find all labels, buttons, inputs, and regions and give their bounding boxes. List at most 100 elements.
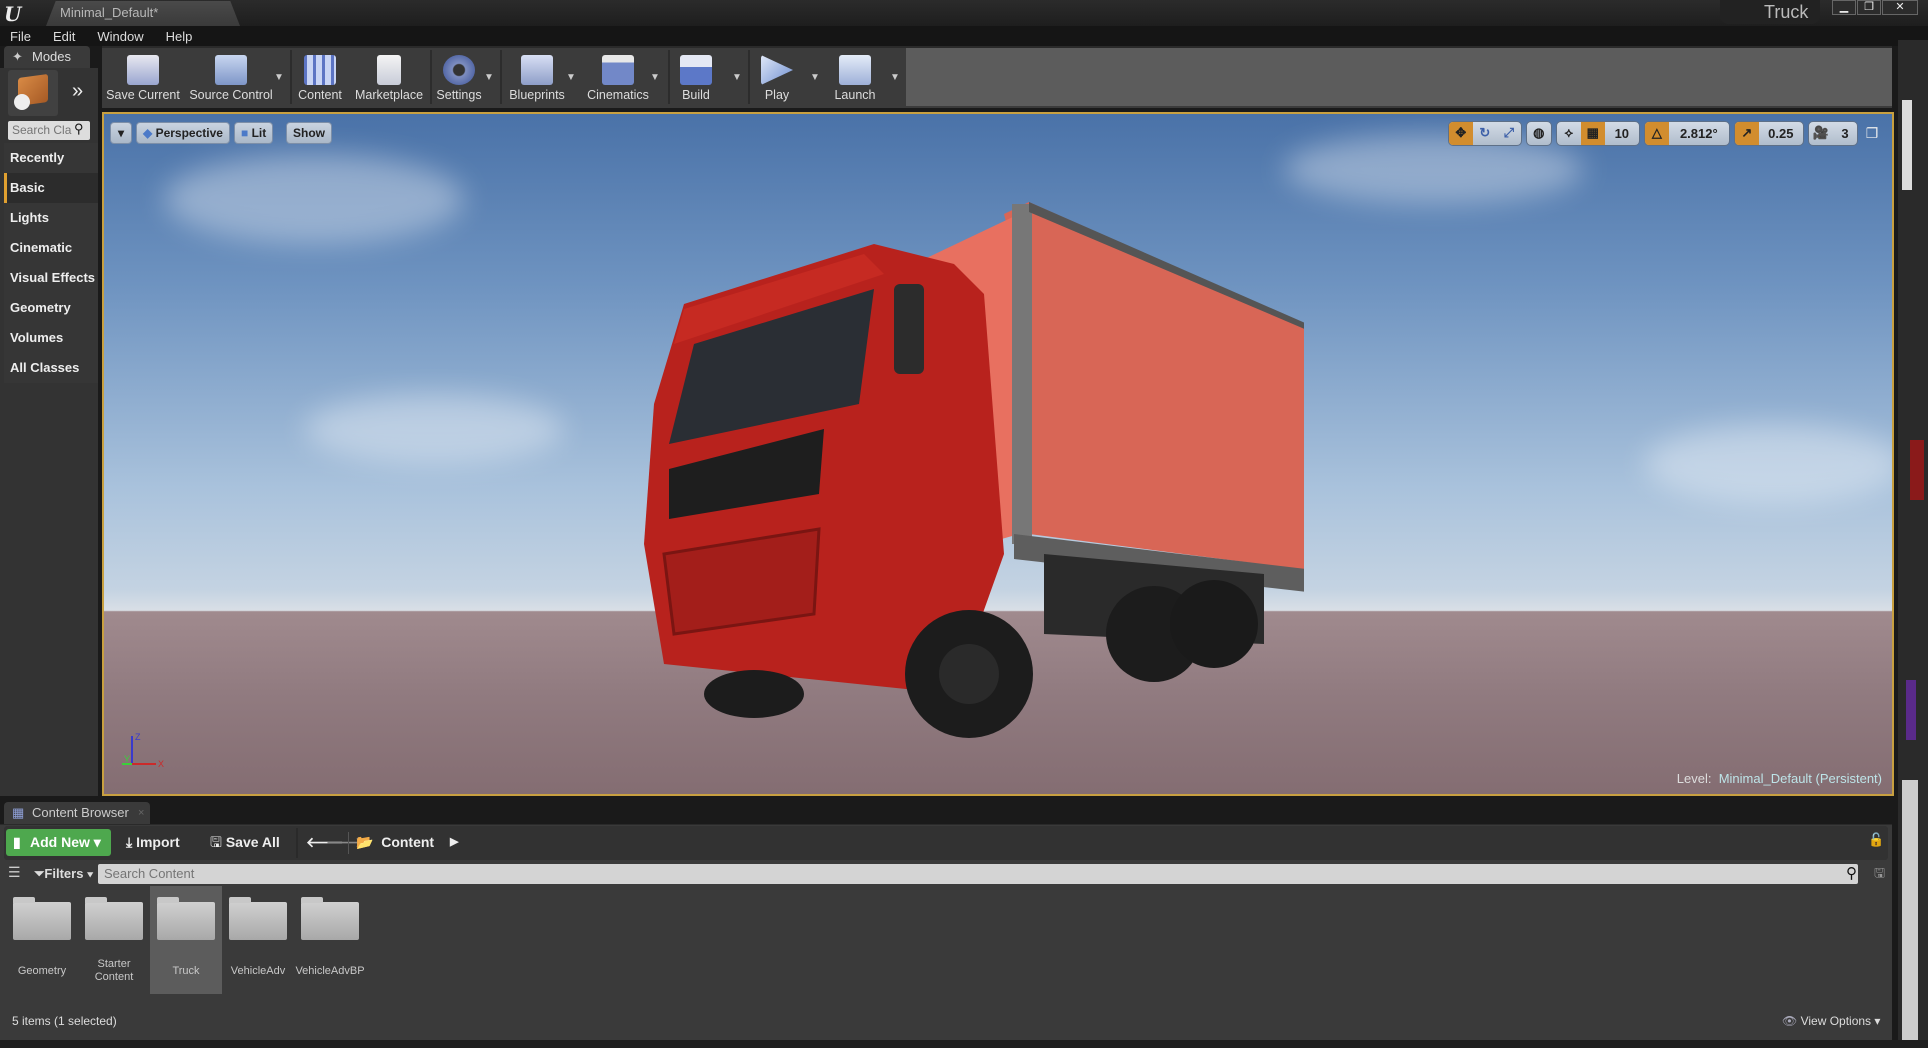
category-recently-placed[interactable]: Recently Place bbox=[4, 143, 98, 195]
scrollbar-thumb[interactable] bbox=[1902, 100, 1912, 190]
settings-icon bbox=[443, 55, 475, 85]
rotation-snap-value[interactable]: 2.812° bbox=[1669, 122, 1729, 145]
category-lights[interactable]: Lights bbox=[4, 203, 98, 233]
category-all-classes[interactable]: All Classes bbox=[4, 353, 98, 383]
path-content[interactable]: 📂 Content bbox=[356, 829, 434, 856]
import-label: Import bbox=[136, 834, 180, 850]
category-geometry[interactable]: Geometry bbox=[4, 293, 98, 323]
perspective-button[interactable]: ◆ Perspective bbox=[136, 122, 230, 144]
category-volumes[interactable]: Volumes bbox=[4, 323, 98, 353]
settings-dropdown[interactable]: ▼ bbox=[484, 72, 494, 83]
x-axis-label: X bbox=[158, 759, 164, 769]
category-basic[interactable]: Basic bbox=[4, 173, 98, 203]
document-tab[interactable]: Minimal_Default* bbox=[46, 1, 240, 26]
menu-window[interactable]: Window bbox=[97, 29, 143, 44]
button-label: Marketplace bbox=[354, 88, 424, 102]
modes-tab[interactable]: ✦ Modes bbox=[4, 46, 90, 68]
scale-snap-value[interactable]: 0.25 bbox=[1759, 122, 1803, 145]
folder-starter-content[interactable]: Starter Content bbox=[78, 886, 150, 994]
toolbar-separator bbox=[668, 50, 670, 104]
modes-tab-label: Modes bbox=[32, 49, 72, 64]
build-icon bbox=[680, 55, 712, 85]
source-control-button[interactable]: Source Control bbox=[186, 50, 276, 106]
button-label: Build bbox=[682, 88, 710, 102]
rotate-icon[interactable]: ↻ bbox=[1473, 122, 1497, 145]
restore-button[interactable]: ❐ bbox=[1857, 0, 1881, 15]
marketplace-icon bbox=[377, 55, 401, 85]
play-dropdown[interactable]: ▼ bbox=[810, 72, 820, 83]
lighting-label: Lit bbox=[251, 126, 267, 140]
grid-snap-group: ⟡ ▦ 10 bbox=[1555, 120, 1640, 146]
cinematics-button[interactable]: Cinematics bbox=[584, 50, 652, 106]
category-cinematic[interactable]: Cinematic bbox=[4, 233, 98, 263]
save-all-icon: 🖫 bbox=[210, 834, 222, 850]
button-label: Cinematics bbox=[587, 88, 649, 102]
level-viewport[interactable]: ▾ ◆ Perspective ■ Lit Show ✥ ↻ ⤢ ◍ ⟡ ▦ 1… bbox=[102, 112, 1894, 796]
folder-vehicleadv[interactable]: VehicleAdv bbox=[222, 886, 294, 994]
path-chevron-icon[interactable]: ▶ bbox=[450, 829, 458, 856]
filters-button[interactable]: ⏷Filters ▾ bbox=[34, 866, 93, 882]
minimize-button[interactable]: ▁ bbox=[1832, 0, 1856, 15]
lock-icon[interactable]: 🔓 bbox=[1868, 832, 1884, 848]
marketplace-button[interactable]: Marketplace bbox=[352, 50, 426, 106]
unreal-logo-icon: U bbox=[4, 2, 22, 26]
surface-snap-icon[interactable]: ⟡ bbox=[1557, 122, 1581, 145]
translate-icon[interactable]: ✥ bbox=[1448, 121, 1473, 145]
search-icon[interactable]: ⚲ bbox=[1846, 864, 1857, 882]
scale-icon[interactable]: ⤢ bbox=[1497, 122, 1521, 145]
folder-vehicleadvbp[interactable]: VehicleAdvBP bbox=[294, 886, 366, 994]
view-options-button[interactable]: 👁 View Options ▾ bbox=[1782, 1014, 1880, 1028]
build-dropdown[interactable]: ▼ bbox=[732, 72, 742, 83]
save-current-button[interactable]: Save Current bbox=[106, 50, 180, 106]
scale-snap-icon[interactable]: ↗ bbox=[1734, 121, 1759, 145]
search-content-input[interactable] bbox=[98, 864, 1858, 884]
content-button[interactable]: Content bbox=[294, 50, 346, 106]
grid-snap-value[interactable]: 10 bbox=[1605, 122, 1639, 145]
source-control-dropdown[interactable]: ▼ bbox=[274, 72, 284, 83]
blueprints-button[interactable]: Blueprints bbox=[506, 50, 568, 106]
folder-label: Truck bbox=[172, 964, 200, 977]
folder-icon bbox=[301, 897, 359, 940]
close-button[interactable]: ✕ bbox=[1882, 0, 1918, 15]
truck-left-wheel bbox=[704, 670, 804, 718]
button-label: Source Control bbox=[189, 88, 273, 102]
details-scrollbar[interactable] bbox=[1902, 780, 1918, 1040]
more-modes-icon[interactable]: » bbox=[72, 80, 83, 103]
maximize-viewport-icon[interactable]: ❐ bbox=[1862, 125, 1882, 142]
modes-icon: ✦ bbox=[12, 49, 23, 64]
menu-file[interactable]: File bbox=[10, 29, 31, 44]
rotation-snap-icon[interactable]: △ bbox=[1644, 121, 1669, 145]
build-button[interactable]: Build bbox=[674, 50, 718, 106]
folder-geometry[interactable]: Geometry bbox=[6, 886, 78, 994]
truck-model[interactable] bbox=[624, 174, 1304, 754]
close-tab-icon[interactable]: × bbox=[138, 802, 144, 824]
content-browser-tab[interactable]: ▦ Content Browser × bbox=[4, 802, 150, 824]
folder-icon bbox=[229, 897, 287, 940]
lit-icon: ■ bbox=[241, 126, 249, 140]
play-button[interactable]: Play bbox=[752, 50, 802, 106]
save-search-icon[interactable]: 🖫 bbox=[1874, 864, 1885, 886]
sources-toggle-icon[interactable]: ☰ bbox=[8, 864, 21, 881]
save-all-button[interactable]: 🖫 Save All bbox=[210, 829, 280, 856]
search-icon[interactable]: ⚲ bbox=[74, 121, 84, 137]
menu-help[interactable]: Help bbox=[166, 29, 193, 44]
level-indicator: Level: Minimal_Default (Persistent) bbox=[1677, 771, 1882, 786]
button-label: Save Current bbox=[106, 88, 180, 102]
category-visual-effects[interactable]: Visual Effects bbox=[4, 263, 98, 293]
settings-button[interactable]: Settings bbox=[434, 50, 484, 106]
blueprints-dropdown[interactable]: ▼ bbox=[566, 72, 576, 83]
launch-button[interactable]: Launch bbox=[828, 50, 882, 106]
cinematics-dropdown[interactable]: ▼ bbox=[650, 72, 660, 83]
lit-button[interactable]: ■ Lit bbox=[234, 122, 274, 144]
folder-truck[interactable]: Truck bbox=[150, 886, 222, 994]
coordinate-system-button[interactable]: ◍ bbox=[1525, 120, 1552, 146]
menu-edit[interactable]: Edit bbox=[53, 29, 75, 44]
button-label: Launch bbox=[834, 88, 876, 102]
viewport-options-button[interactable]: ▾ bbox=[110, 122, 132, 144]
add-new-button[interactable]: ▮ Add New ▾ bbox=[6, 829, 111, 856]
show-button[interactable]: Show bbox=[286, 122, 332, 144]
import-button[interactable]: ⤓ Import bbox=[126, 829, 180, 856]
camera-speed-button[interactable]: 🎥 3 bbox=[1807, 120, 1858, 146]
launch-dropdown[interactable]: ▼ bbox=[890, 72, 900, 83]
grid-snap-icon[interactable]: ▦ bbox=[1580, 121, 1605, 145]
